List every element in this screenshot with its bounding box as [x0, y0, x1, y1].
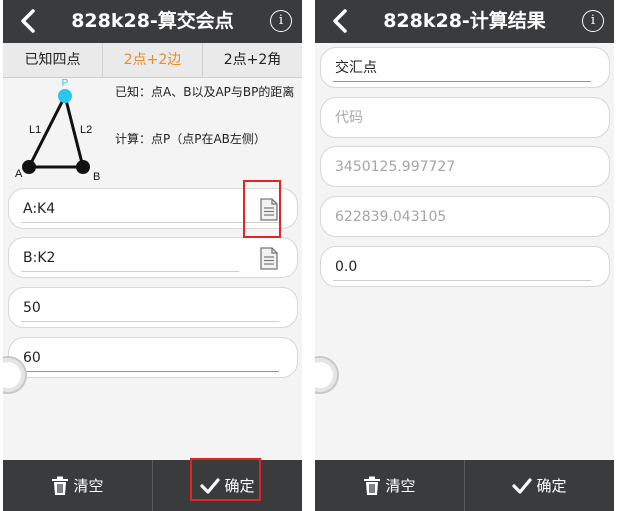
- info-icon[interactable]: i: [582, 10, 604, 32]
- clear-label: 清空: [73, 477, 104, 495]
- label-a: A: [15, 168, 23, 180]
- title-bar: 828k28-算交会点 i: [3, 0, 302, 43]
- point-name-value: 交汇点: [335, 60, 377, 76]
- z-coordinate-value: 0.0: [335, 259, 358, 275]
- clear-button[interactable]: 清空: [315, 460, 464, 511]
- z-coordinate-field[interactable]: 0.0: [320, 246, 610, 287]
- label-l2: L2: [80, 124, 92, 136]
- clear-label: 清空: [385, 477, 416, 495]
- point-name-field[interactable]: 交汇点: [320, 47, 610, 88]
- point-a-value: A:K4: [23, 201, 56, 217]
- calc-description: 计算：点P（点P在AB左侧）: [115, 132, 266, 146]
- back-arrow-icon[interactable]: [17, 8, 41, 34]
- point-b-field[interactable]: B:K2: [8, 237, 298, 278]
- floating-ring-handle[interactable]: [315, 356, 339, 394]
- tab-two-points-two-sides[interactable]: 2点+2边: [103, 43, 203, 77]
- label-b: B: [93, 171, 100, 183]
- point-b-marker: [76, 160, 90, 174]
- checkmark-icon: [512, 477, 533, 494]
- highlight-box-document: [243, 180, 281, 238]
- label-l1: L1: [29, 124, 41, 136]
- distance-bp-field[interactable]: 60: [8, 337, 298, 378]
- confirm-label: 确定: [536, 477, 567, 495]
- tab-four-points[interactable]: 已知四点: [3, 43, 103, 77]
- page-title: 828k28-算交会点: [71, 10, 234, 32]
- code-placeholder: 代码: [335, 110, 363, 126]
- point-b-value: B:K2: [23, 250, 56, 266]
- label-p: P: [62, 78, 69, 89]
- title-bar: 828k28-计算结果 i: [315, 0, 614, 43]
- tab-two-points-two-angles[interactable]: 2点+2角: [203, 43, 302, 77]
- distance-ap-field[interactable]: 50: [8, 287, 298, 328]
- mode-tabs: 已知四点 2点+2边 2点+2角: [3, 43, 302, 78]
- y-coordinate-value: 622839.043105: [335, 209, 447, 225]
- confirm-button[interactable]: 确定: [464, 460, 614, 511]
- left-screen: 828k28-算交会点 i 已知四点 2点+2边 2点+2角 P A B L1 …: [3, 0, 302, 511]
- trash-icon: [364, 476, 381, 495]
- point-a-marker: [22, 160, 36, 174]
- highlight-box-confirm: [190, 458, 261, 501]
- x-coordinate-field: 3450125.997727: [320, 146, 610, 187]
- right-screen: 828k28-计算结果 i 交汇点 代码 3450125.997727 6228…: [315, 0, 614, 511]
- bottom-action-bar: 清空 确定: [315, 460, 614, 511]
- point-p-marker: [58, 89, 72, 103]
- code-field[interactable]: 代码: [320, 97, 610, 138]
- known-description: 已知：点A、B以及AP与BP的距离: [115, 85, 295, 99]
- page-title: 828k28-计算结果: [383, 10, 546, 32]
- clear-button[interactable]: 清空: [3, 460, 152, 511]
- trash-icon: [52, 476, 69, 495]
- y-coordinate-field: 622839.043105: [320, 196, 610, 237]
- back-arrow-icon[interactable]: [329, 8, 353, 34]
- document-icon[interactable]: [259, 247, 279, 270]
- distance-ap-value: 50: [23, 300, 41, 316]
- info-icon[interactable]: i: [270, 10, 292, 32]
- x-coordinate-value: 3450125.997727: [335, 159, 456, 175]
